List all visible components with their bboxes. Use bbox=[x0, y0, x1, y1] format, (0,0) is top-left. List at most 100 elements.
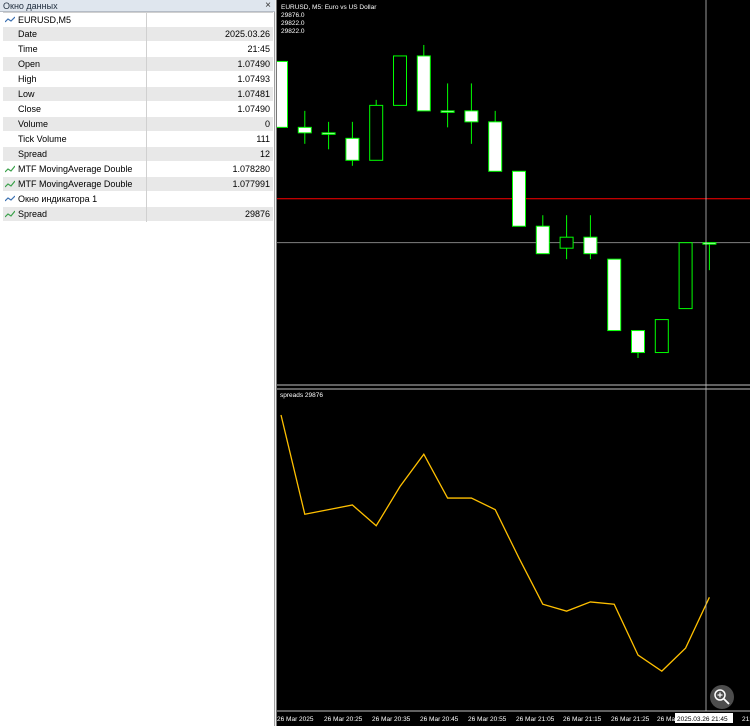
candle bbox=[678, 242, 693, 310]
symbol-header-label: EURUSD,M5 bbox=[3, 13, 147, 28]
candle bbox=[512, 170, 526, 227]
chart-readout-3: 29822.0 bbox=[281, 28, 305, 35]
candle bbox=[702, 242, 717, 271]
candle-body bbox=[345, 137, 360, 161]
time-tick-label: 26 Mar 20:45 bbox=[420, 716, 459, 723]
candle-body bbox=[654, 319, 669, 354]
candle bbox=[607, 258, 622, 332]
candle bbox=[559, 215, 574, 260]
data-value: 21:45 bbox=[247, 44, 270, 54]
candle bbox=[277, 60, 288, 128]
subwindow-header-row[interactable]: Окно индикатора 1 bbox=[3, 192, 273, 207]
chart-canvas[interactable]: EURUSD, M5: Euro vs US Dollar 29876.0 29… bbox=[277, 0, 750, 726]
candle-body bbox=[702, 242, 717, 245]
data-value: 2025.03.26 bbox=[224, 29, 270, 39]
time-tick-label: 26 Mar bbox=[657, 716, 678, 723]
candle-body bbox=[464, 110, 479, 123]
data-value: 1.07493 bbox=[237, 74, 270, 84]
data-row[interactable]: High 1.07493 bbox=[3, 72, 273, 87]
symbol-header-row[interactable]: EURUSD,M5 bbox=[3, 12, 273, 28]
data-value: 12 bbox=[259, 149, 270, 159]
candle bbox=[488, 110, 503, 172]
subwindow-header-label: Окно индикатора 1 bbox=[3, 192, 147, 207]
data-value: 0 bbox=[264, 119, 270, 129]
data-label: Close bbox=[3, 102, 147, 117]
data-row[interactable]: Spread 12 bbox=[3, 147, 273, 162]
candle bbox=[345, 121, 360, 166]
time-tick-label: 21:45 bbox=[742, 716, 750, 723]
data-row[interactable]: Close 1.07490 bbox=[3, 102, 273, 117]
candle bbox=[297, 110, 312, 144]
candle bbox=[464, 83, 479, 144]
candle bbox=[654, 319, 669, 354]
candle-body bbox=[440, 110, 455, 113]
data-label: Spread bbox=[3, 147, 147, 162]
zoom-icon[interactable] bbox=[710, 685, 734, 709]
candle-body bbox=[583, 236, 598, 255]
data-label: High bbox=[3, 72, 147, 87]
time-tick-label: 26 Mar 2025 bbox=[277, 716, 314, 723]
candle-body bbox=[369, 104, 384, 161]
data-value: 1.07481 bbox=[237, 89, 270, 99]
data-value: 1.078280 bbox=[232, 164, 270, 174]
data-label: Volume bbox=[3, 117, 147, 132]
data-rows: Date 2025.03.26 Time 21:45 Open 1.07490 High 1.… bbox=[3, 27, 273, 192]
candle-body bbox=[512, 170, 526, 227]
candle bbox=[583, 215, 598, 260]
candle-body bbox=[277, 60, 288, 128]
candle-body bbox=[631, 330, 645, 354]
data-row[interactable]: Low 1.07481 bbox=[3, 87, 273, 102]
data-row[interactable]: Time 21:45 bbox=[3, 42, 273, 57]
data-row[interactable]: MTF MovingAverage Double 1.077991 bbox=[3, 177, 273, 192]
sub-chart-label: spreads 29876 bbox=[280, 392, 323, 399]
data-row[interactable]: Open 1.07490 bbox=[3, 57, 273, 72]
data-row[interactable]: MTF MovingAverage Double 1.078280 bbox=[3, 162, 273, 177]
data-window-table: EURUSD,M5 Date 2025.03.26 Time 21:45 Open 1.0… bbox=[3, 12, 273, 222]
candle-body bbox=[607, 258, 622, 332]
data-value: 111 bbox=[256, 134, 270, 144]
candle bbox=[535, 215, 550, 255]
time-tick-label: 26 Mar 21:15 bbox=[563, 716, 602, 723]
data-label: Date bbox=[3, 27, 147, 42]
data-label: Time bbox=[3, 42, 147, 57]
candle bbox=[393, 55, 407, 106]
data-window-titlebar[interactable]: Окно данных × bbox=[0, 0, 275, 12]
time-tick-label: 26 Mar 20:55 bbox=[468, 716, 507, 723]
time-axis: 26 Mar 2025 26 Mar 20:25 26 Mar 20:35 26 Ma… bbox=[277, 710, 750, 726]
spread-line bbox=[280, 414, 710, 672]
candle-body bbox=[488, 121, 503, 172]
time-tick-label: 26 Mar 20:35 bbox=[372, 716, 411, 723]
data-label: MTF MovingAverage Double bbox=[3, 162, 147, 177]
close-icon[interactable]: × bbox=[265, 0, 271, 11]
chart-title: EURUSD, M5: Euro vs US Dollar bbox=[281, 4, 377, 11]
data-value: 1.07490 bbox=[237, 104, 270, 114]
candle-body bbox=[297, 126, 312, 134]
candle bbox=[369, 99, 384, 161]
data-label: Tick Volume bbox=[3, 132, 147, 147]
chart-readout-2: 29822.0 bbox=[281, 20, 305, 27]
data-label: Low bbox=[3, 87, 147, 102]
data-value: 1.07490 bbox=[237, 59, 270, 69]
symbol-header-value bbox=[148, 13, 273, 28]
time-tick-label: 26 Mar 20:25 bbox=[324, 716, 363, 723]
candle-body bbox=[416, 55, 431, 112]
subwindow-data-value: 29876 bbox=[244, 209, 270, 219]
candle bbox=[440, 83, 455, 128]
subwindow-header-value bbox=[148, 192, 273, 207]
data-row[interactable]: Tick Volume 111 bbox=[3, 132, 273, 147]
candle bbox=[631, 330, 645, 359]
crosshair-time-label: 2025.03.26 21:45 bbox=[677, 716, 728, 723]
subwindow-data-label: Spread bbox=[3, 207, 147, 222]
subwindow-rows: Spread 29876 bbox=[3, 207, 273, 222]
subwindow-data-row[interactable]: Spread 29876 bbox=[3, 207, 273, 222]
chart-readout-1: 29876.0 bbox=[281, 12, 305, 19]
candle-body bbox=[321, 132, 336, 135]
candle-body bbox=[559, 236, 574, 249]
chart-area[interactable]: EURUSD, M5: Euro vs US Dollar 29876.0 29… bbox=[276, 0, 750, 726]
data-row[interactable]: Date 2025.03.26 bbox=[3, 27, 273, 42]
candle-body bbox=[678, 242, 693, 310]
data-label: Open bbox=[3, 57, 147, 72]
candle bbox=[321, 121, 336, 150]
time-tick-label: 26 Mar 21:05 bbox=[516, 716, 555, 723]
data-row[interactable]: Volume 0 bbox=[3, 117, 273, 132]
